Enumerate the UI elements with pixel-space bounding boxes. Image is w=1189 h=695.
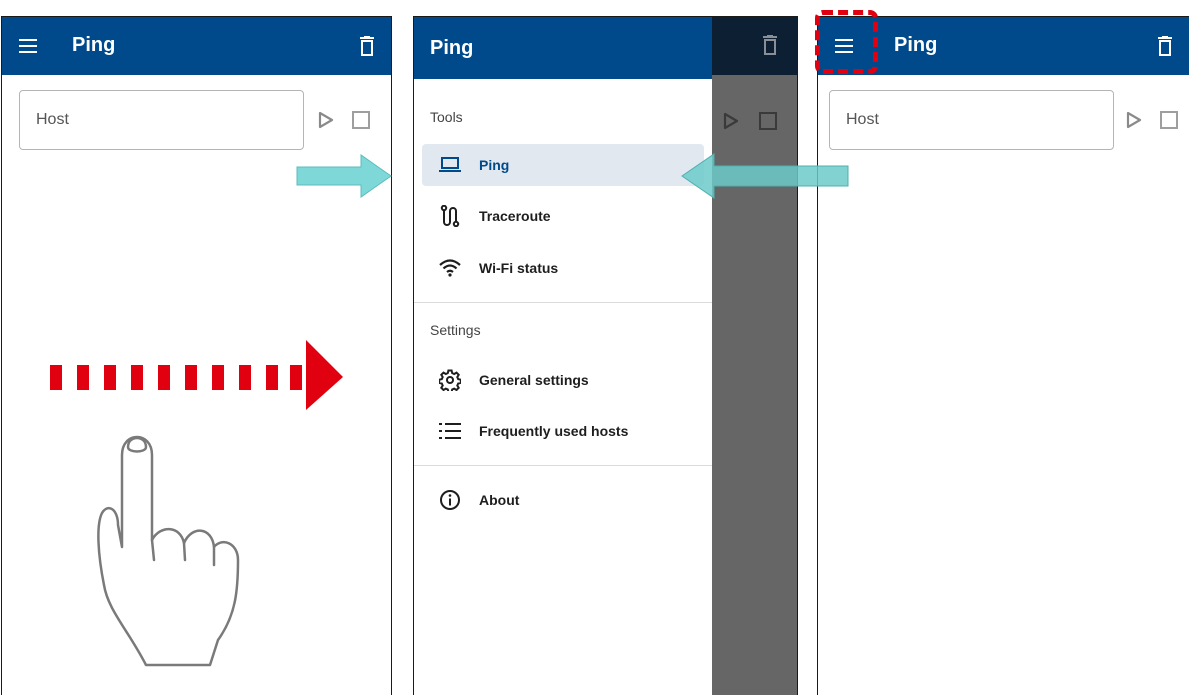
menu-button[interactable] (12, 30, 44, 62)
hamburger-icon (835, 39, 853, 53)
divider (414, 302, 712, 303)
run-button[interactable] (316, 109, 336, 131)
nav-item-ping[interactable]: Ping (422, 144, 704, 186)
nav-item-label: Frequently used hosts (479, 423, 629, 439)
screen-left: Ping (1, 16, 392, 695)
info-icon (438, 488, 462, 512)
gear-icon (438, 368, 462, 392)
play-icon (723, 112, 739, 130)
nav-item-label: General settings (479, 372, 589, 388)
route-icon (438, 204, 462, 228)
drawer-title: Ping (430, 37, 474, 59)
stop-icon (759, 112, 777, 130)
app-bar: Ping (818, 17, 1189, 75)
play-icon (1126, 111, 1142, 129)
delete-button[interactable] (1153, 32, 1177, 60)
stop-button[interactable] (352, 111, 370, 129)
divider (414, 465, 712, 466)
laptop-icon (438, 153, 462, 177)
app-bar: Ping (2, 17, 391, 75)
host-field[interactable] (829, 90, 1114, 150)
nav-item-about[interactable]: About (422, 479, 704, 521)
nav-item-label: Wi-Fi status (479, 260, 559, 276)
wifi-icon (438, 256, 462, 280)
list-icon (438, 419, 462, 443)
play-icon (318, 111, 334, 129)
host-input[interactable] (36, 111, 287, 129)
app-title: Ping (894, 34, 938, 56)
trash-icon (763, 35, 777, 55)
navigation-drawer: Ping Tools Ping Traceroute Wi-Fi status … (414, 17, 712, 695)
trash-icon (360, 36, 374, 56)
menu-button[interactable] (828, 30, 860, 62)
hamburger-icon (19, 39, 37, 53)
app-title: Ping (72, 34, 116, 56)
nav-item-traceroute[interactable]: Traceroute (422, 195, 704, 237)
trash-icon (1158, 36, 1172, 56)
run-button[interactable] (1124, 109, 1144, 131)
stop-button[interactable] (1160, 111, 1178, 129)
host-field[interactable] (19, 90, 304, 150)
nav-item-wifi-status[interactable]: Wi-Fi status (422, 247, 704, 289)
drawer-header: Ping (414, 17, 712, 79)
scrim-app-bar (712, 17, 797, 75)
screen-middle: Ping Tools Ping Traceroute Wi-Fi status … (413, 16, 798, 695)
section-tools: Tools (430, 109, 463, 125)
host-input[interactable] (846, 111, 1097, 129)
delete-button[interactable] (355, 32, 379, 60)
section-settings: Settings (430, 322, 481, 338)
nav-item-label: About (479, 492, 520, 508)
nav-item-label: Ping (479, 157, 510, 173)
nav-item-frequently-used-hosts[interactable]: Frequently used hosts (422, 410, 704, 452)
nav-item-general-settings[interactable]: General settings (422, 359, 704, 401)
screen-right: Ping (817, 16, 1189, 695)
nav-item-label: Traceroute (479, 208, 551, 224)
